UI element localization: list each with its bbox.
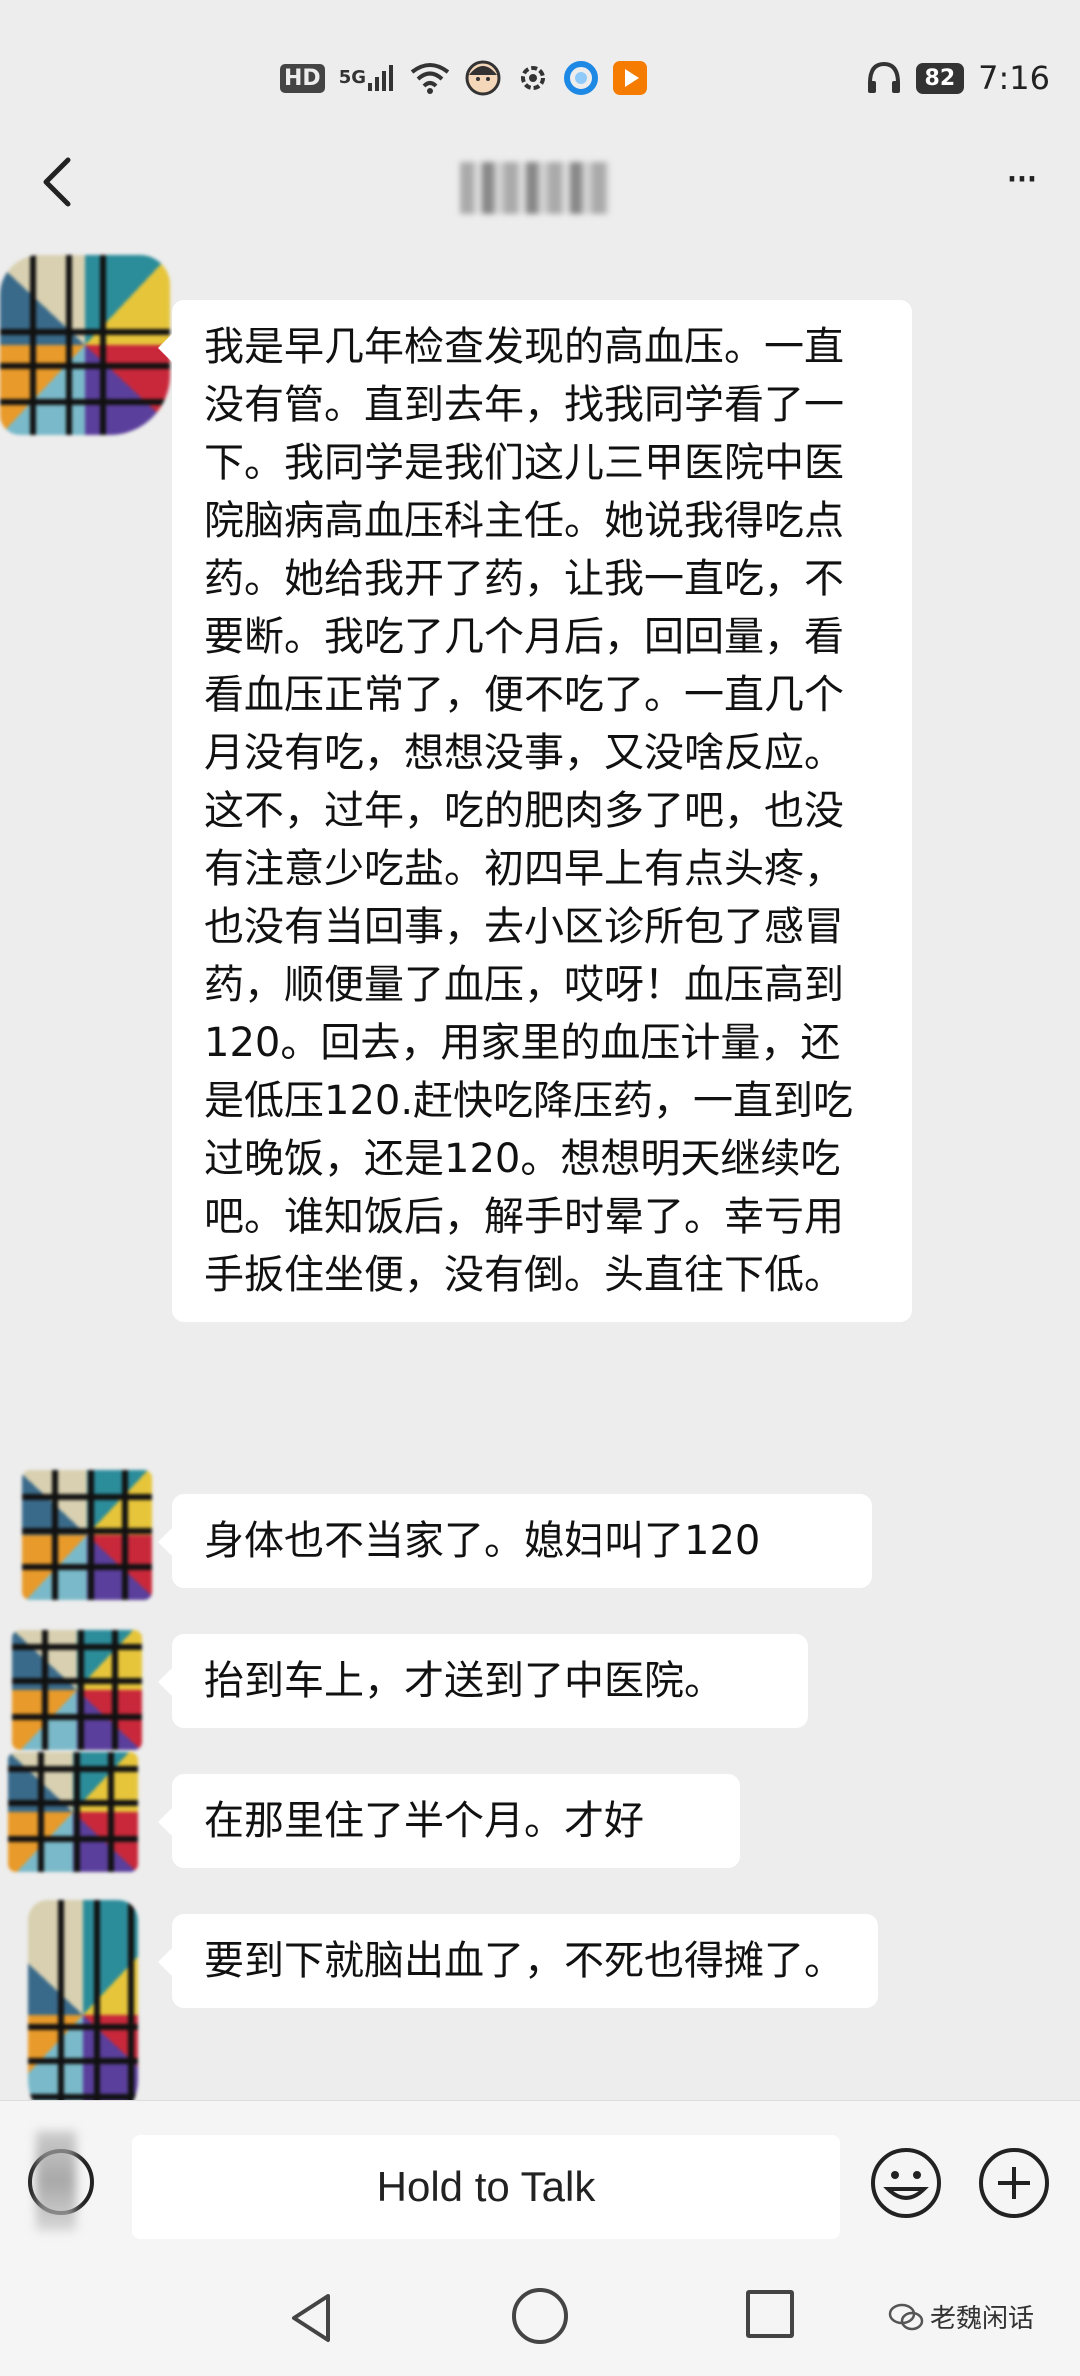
wechat-icon	[888, 2303, 924, 2330]
message-bubble[interactable]: 身体也不当家了。媳妇叫了120	[158, 1494, 872, 1588]
avatar[interactable]	[12, 1630, 142, 1750]
avatar[interactable]	[28, 1900, 138, 2130]
triangle-back-icon[interactable]	[282, 2288, 342, 2348]
message-bubble[interactable]: 在那里住了半个月。才好	[158, 1774, 740, 1868]
system-navigation-bar: 老魏闲话	[0, 2260, 1080, 2376]
more-options-icon[interactable]: ···	[990, 158, 1050, 210]
status-left-icons: HD 5G	[280, 52, 648, 104]
app-avatar-icon	[464, 59, 502, 97]
chat-header: ···	[0, 130, 1080, 240]
status-bar: HD 5G 82 7:16	[0, 0, 1080, 150]
avatar[interactable]	[0, 255, 170, 435]
blurred-overlay	[36, 2131, 76, 2231]
avatar[interactable]	[8, 1752, 138, 1872]
avatar[interactable]	[22, 1470, 152, 1600]
gear-icon	[516, 61, 550, 95]
app-play-icon	[612, 60, 648, 96]
hd-icon: HD	[280, 63, 325, 93]
status-right-icons: 82 7:16	[866, 52, 1050, 104]
chevron-left-icon[interactable]	[30, 152, 90, 212]
chat-title-blurred	[460, 162, 610, 214]
plus-icon[interactable]	[976, 2145, 1052, 2221]
hold-to-talk-button[interactable]: Hold to Talk	[132, 2135, 840, 2239]
emoji-icon[interactable]	[868, 2145, 944, 2221]
circle-home-icon[interactable]	[512, 2288, 568, 2344]
message-bubble[interactable]: 我是早几年检查发现的高血压。一直没有管。直到去年，找我同学看了一下。我同学是我们…	[158, 300, 912, 1322]
message-bubble[interactable]: 抬到车上，才送到了中医院。	[158, 1634, 808, 1728]
status-time: 7:16	[978, 59, 1050, 97]
chat-input-bar: Hold to Talk	[0, 2100, 1080, 2261]
watermark: 老魏闲话	[888, 2298, 1034, 2335]
message-bubble[interactable]: 要到下就脑出血了，不死也得摊了。	[158, 1914, 878, 2008]
5g-signal-icon: 5G	[339, 63, 396, 93]
square-recent-icon[interactable]	[746, 2290, 794, 2338]
wifi-icon	[410, 62, 450, 94]
battery-icon: 82	[915, 62, 965, 94]
app-circle-icon	[564, 61, 598, 95]
watermark-text: 老魏闲话	[930, 2304, 1035, 2334]
headphones-icon	[866, 61, 902, 95]
